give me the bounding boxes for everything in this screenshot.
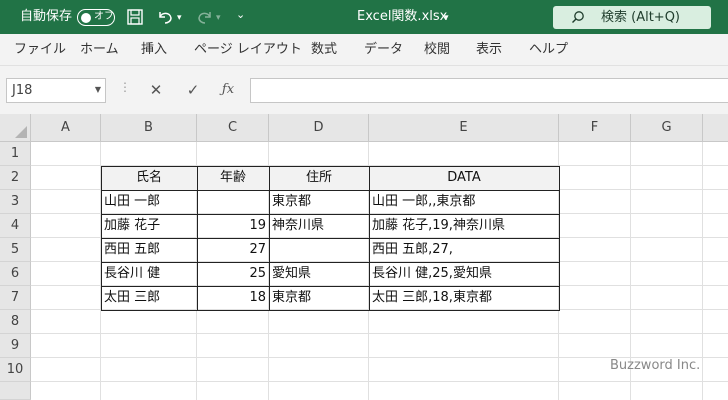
table-cell[interactable] [269, 238, 369, 262]
undo-dropdown-icon[interactable]: ▾ [177, 9, 182, 27]
tab-file[interactable]: ファイル [14, 42, 66, 58]
table-cell[interactable]: 東京都 [269, 286, 369, 310]
table-cell[interactable]: 西田 五郎 [101, 238, 197, 262]
table-cell[interactable]: 長谷川 健,25,愛知県 [369, 262, 559, 286]
select-all-button[interactable] [0, 114, 31, 142]
title-bar: 自動保存 オフ ▾ ▾ ⌄ Excel関数.xlsx ▾ 検索 (Alt+Q) [0, 0, 728, 34]
undo-icon[interactable] [156, 8, 174, 26]
row-header-5[interactable]: 5 [0, 238, 31, 262]
column-header-c[interactable]: C [197, 114, 269, 142]
toggle-knob [81, 12, 91, 23]
more-options-icon: ⋮ [119, 80, 131, 94]
table-cell[interactable] [197, 190, 269, 214]
redo-icon[interactable] [196, 8, 214, 26]
table-cell[interactable]: 加藤 花子 [101, 214, 197, 238]
save-icon[interactable] [126, 8, 144, 26]
table-cell[interactable]: 東京都 [269, 190, 369, 214]
gridline [31, 381, 728, 382]
tab-view[interactable]: 表示 [476, 42, 502, 58]
row-header-11[interactable] [0, 382, 31, 400]
table-border [101, 262, 560, 263]
search-box[interactable]: 検索 (Alt+Q) [553, 6, 711, 29]
table-cell[interactable]: 加藤 花子,19,神奈川県 [369, 214, 559, 238]
table-cell[interactable]: 長谷川 健 [101, 262, 197, 286]
row-header-6[interactable]: 6 [0, 262, 31, 286]
header-cell-address[interactable]: 住所 [269, 166, 369, 190]
column-header-d[interactable]: D [269, 114, 369, 142]
table-cell[interactable]: 27 [197, 238, 269, 262]
header-cell-data[interactable]: DATA [369, 166, 559, 190]
redo-dropdown-icon[interactable]: ▾ [216, 9, 221, 27]
enter-icon[interactable]: ✓ [183, 80, 203, 100]
customize-qat-icon[interactable]: ⌄ [236, 6, 245, 24]
table-cell[interactable]: 19 [197, 214, 269, 238]
table-cell[interactable]: 太田 三郎,18,東京都 [369, 286, 559, 310]
row-header-4[interactable]: 4 [0, 214, 31, 238]
header-cell-age[interactable]: 年齢 [197, 166, 269, 190]
table-cell[interactable]: 山田 一郎,,東京都 [369, 190, 559, 214]
autosave-label: 自動保存 [20, 9, 73, 24]
select-all-icon [15, 126, 27, 138]
gridline [702, 142, 703, 400]
table-border [101, 286, 560, 287]
column-header-next[interactable] [703, 114, 728, 142]
row-header-3[interactable]: 3 [0, 190, 31, 214]
table-border [101, 190, 560, 191]
tab-page-layout[interactable]: ページ レイアウト [194, 42, 302, 58]
search-label: 検索 (Alt+Q) [601, 10, 681, 25]
column-header-b[interactable]: B [101, 114, 197, 142]
search-icon [572, 11, 584, 23]
table-cell[interactable]: 太田 三郎 [101, 286, 197, 310]
tab-data[interactable]: データ [364, 42, 403, 58]
insert-function-icon[interactable]: ƒx [218, 80, 238, 100]
table-cell[interactable]: 神奈川県 [269, 214, 369, 238]
tab-home[interactable]: ホーム [80, 42, 119, 58]
table-cell[interactable]: 愛知県 [269, 262, 369, 286]
row-header-10[interactable]: 10 [0, 358, 31, 382]
table-cell[interactable]: 18 [197, 286, 269, 310]
gridline [31, 333, 728, 334]
column-header-f[interactable]: F [559, 114, 631, 142]
table-cell[interactable]: 西田 五郎,27, [369, 238, 559, 262]
formula-bar: J18 ▼ ⋮ ✕ ✓ ƒx [0, 66, 728, 114]
table-cell[interactable]: 山田 一郎 [101, 190, 197, 214]
column-header-g[interactable]: G [631, 114, 703, 142]
row-header-7[interactable]: 7 [0, 286, 31, 310]
file-name: Excel関数.xlsx [357, 9, 448, 24]
autosave-state: オフ [94, 11, 114, 22]
formula-input[interactable] [250, 78, 728, 103]
column-header-e[interactable]: E [369, 114, 559, 142]
ribbon-tabs: ファイル ホーム 挿入 ページ レイアウト 数式 データ 校閲 表示 ヘルプ [0, 34, 728, 66]
tab-formulas[interactable]: 数式 [311, 42, 337, 58]
file-menu-dropdown-icon[interactable]: ▾ [444, 9, 449, 27]
row-header-2[interactable]: 2 [0, 166, 31, 190]
row-header-8[interactable]: 8 [0, 310, 31, 334]
name-box-dropdown-icon[interactable]: ▼ [95, 85, 101, 94]
tab-help[interactable]: ヘルプ [529, 42, 568, 58]
name-box-value: J18 [12, 83, 33, 98]
watermark: Buzzword Inc. [610, 358, 701, 373]
table-border [101, 238, 560, 239]
row-header-9[interactable]: 9 [0, 334, 31, 358]
header-cell-name[interactable]: 氏名 [101, 166, 197, 190]
column-header-a[interactable]: A [31, 114, 101, 142]
tab-review[interactable]: 校閲 [424, 42, 450, 58]
row-header-1[interactable]: 1 [0, 142, 31, 166]
cancel-icon[interactable]: ✕ [146, 80, 166, 100]
tab-insert[interactable]: 挿入 [141, 42, 167, 58]
table-cell[interactable]: 25 [197, 262, 269, 286]
autosave-toggle[interactable]: オフ [77, 9, 115, 26]
table-border [101, 214, 560, 215]
name-box[interactable]: J18 ▼ [6, 78, 106, 103]
